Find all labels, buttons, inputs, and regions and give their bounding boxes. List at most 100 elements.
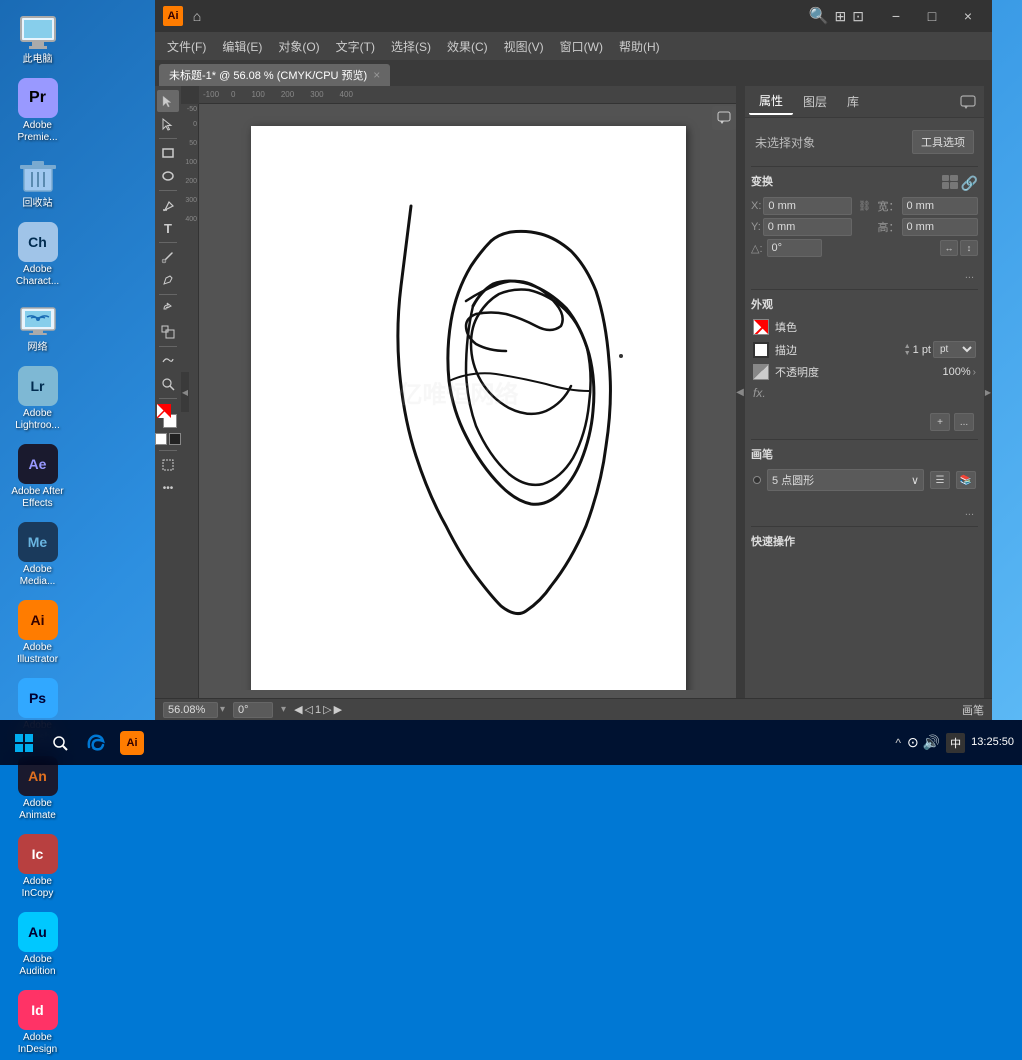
menu-help[interactable]: 帮助(H) (611, 34, 668, 59)
nav-prev-button[interactable]: ◁ (305, 703, 313, 716)
minimize-button[interactable]: − (880, 6, 912, 26)
home-button[interactable]: ⌂ (187, 6, 207, 26)
search-button[interactable]: 🔍 (809, 6, 829, 26)
scale-tool[interactable] (157, 321, 179, 343)
fill-color-indicator[interactable] (753, 319, 769, 335)
libraries-tab[interactable]: 库 (837, 89, 869, 114)
taskbar-ai-button[interactable]: Ai (116, 727, 148, 759)
chain-link-icon[interactable]: 🔗 (961, 175, 978, 192)
h-field-container: 高： (878, 218, 979, 236)
grid-view-button[interactable]: ⊞ (835, 8, 847, 25)
pencil-tool[interactable] (157, 269, 179, 291)
stroke-down-button[interactable]: ▼ (904, 350, 911, 357)
menu-text[interactable]: 文字(T) (328, 34, 383, 59)
transform-more-button[interactable]: ... (965, 269, 974, 281)
flip-horizontal-button[interactable]: ↔ (940, 240, 958, 256)
left-collapse-handle[interactable]: ◀ (181, 372, 189, 412)
panel-chat-icon[interactable] (956, 90, 980, 114)
x-input[interactable] (763, 197, 851, 215)
menu-view[interactable]: 视图(V) (496, 34, 552, 59)
canvas-area[interactable]: 亿唯恒网络 -100 0 100 200 300 400 -50 (181, 86, 736, 698)
stroke-up-button[interactable]: ▲ (904, 343, 911, 350)
system-clock[interactable]: 13:25:50 (971, 735, 1014, 750)
appearance-more-button[interactable]: ... (954, 413, 974, 431)
nav-first-button[interactable]: ◀ (294, 703, 302, 716)
tab-close-button[interactable]: × (373, 68, 380, 82)
zoom-input[interactable] (163, 702, 218, 718)
right-collapse-handle[interactable]: ▶ (984, 86, 992, 698)
white-box[interactable] (155, 433, 167, 445)
language-indicator[interactable]: 中 (946, 733, 965, 753)
flip-vertical-button[interactable]: ↕ (960, 240, 978, 256)
menu-edit[interactable]: 编辑(E) (214, 34, 270, 59)
desktop-icon-ic[interactable]: Ic Adobe InCopy (4, 830, 71, 904)
zoom-tool[interactable] (157, 373, 179, 395)
desktop-icon-lr[interactable]: Lr Adobe Lightroо... (4, 362, 71, 436)
w-input[interactable] (902, 197, 979, 215)
divider-2 (751, 289, 978, 290)
right-panel-collapse[interactable]: ◀ (736, 86, 744, 698)
zoom-dropdown-arrow[interactable]: ▾ (220, 704, 225, 715)
ellipse-tool[interactable] (157, 165, 179, 187)
selection-tool[interactable] (157, 90, 179, 112)
transform-xw-row: X: ⛓ 宽： (751, 197, 978, 215)
rotate-tool[interactable] (157, 298, 179, 320)
pen-tool[interactable] (157, 194, 179, 216)
angle-input[interactable] (767, 239, 822, 257)
y-input[interactable] (763, 218, 852, 236)
stroke-color-indicator[interactable] (753, 342, 769, 358)
angle-dropdown-arrow[interactable]: ▾ (281, 704, 286, 715)
brush-more-row: ... (751, 502, 978, 520)
type-tool[interactable]: T (157, 217, 179, 239)
nav-next-button[interactable]: ▷ (323, 703, 331, 716)
brush-options-1[interactable]: ☰ (930, 471, 950, 489)
warp-tool[interactable] (157, 350, 179, 372)
fill-color-box[interactable] (157, 404, 171, 418)
desktop-icon-ch[interactable]: Ch Adobe Charact... (4, 218, 71, 292)
appearance-add-button[interactable]: + (930, 413, 950, 431)
desktop-icon-pr[interactable]: Pr Adobe Premie... (4, 74, 71, 148)
document-tab[interactable]: 未标题-1* @ 56.08 % (CMYK/CPU 预览) × (159, 64, 390, 86)
desktop-icon-ae[interactable]: Ae Adobe After Effects (4, 440, 71, 514)
paintbrush-tool[interactable] (157, 246, 179, 268)
au-icon-text: Au (28, 924, 47, 940)
nav-last-button[interactable]: ▶ (334, 703, 342, 716)
desktop-icon-computer[interactable]: 此电脑 (4, 8, 71, 70)
menu-file[interactable]: 文件(F) (159, 34, 214, 59)
lr-icon-text: Lr (31, 378, 45, 394)
brush-options-2[interactable]: 📚 (956, 471, 976, 489)
menu-effect[interactable]: 效果(C) (439, 34, 496, 59)
system-tray-arrow[interactable]: ^ (895, 736, 901, 750)
start-button[interactable] (8, 727, 40, 759)
desktop-icon-ai[interactable]: Ai Adobe Illustrator (4, 596, 71, 670)
brush-more-button[interactable]: ... (965, 506, 974, 518)
opacity-arrow[interactable]: › (973, 367, 976, 378)
panel-view-button[interactable]: ⊡ (852, 8, 864, 25)
menu-window[interactable]: 窗口(W) (552, 34, 611, 59)
rectangle-tool[interactable] (157, 142, 179, 164)
close-button[interactable]: × (952, 6, 984, 26)
menu-object[interactable]: 对象(O) (270, 34, 327, 59)
angle-status-input[interactable] (233, 702, 273, 718)
taskbar-search-button[interactable] (44, 727, 76, 759)
more-tools[interactable]: ••• (157, 477, 179, 499)
desktop-icon-recycle[interactable]: 回收站 (4, 152, 71, 214)
artboard-tool[interactable] (157, 454, 179, 476)
menu-select[interactable]: 选择(S) (383, 34, 439, 59)
tool-options-button[interactable]: 工具选项 (912, 130, 974, 154)
layers-tab[interactable]: 图层 (793, 89, 837, 114)
desktop-icon-id[interactable]: Id Adobe InDesign (4, 986, 71, 1060)
desktop-icon-me[interactable]: Me Adobe Media... (4, 518, 71, 592)
direct-selection-tool[interactable] (157, 113, 179, 135)
desktop-icon-au[interactable]: Au Adobe Audition (4, 908, 71, 982)
taskbar-edge-button[interactable] (80, 727, 112, 759)
stroke-unit-select[interactable]: pt mm px (933, 341, 976, 358)
brush-dropdown[interactable]: 5 点圆形 ∨ (767, 469, 924, 491)
color-boxes[interactable] (157, 404, 179, 428)
artboard[interactable] (251, 126, 686, 690)
black-box[interactable] (169, 433, 181, 445)
maximize-button[interactable]: □ (916, 6, 948, 26)
properties-tab[interactable]: 属性 (749, 88, 793, 115)
h-input[interactable] (902, 218, 979, 236)
desktop-icon-network[interactable]: 网络 (4, 296, 71, 358)
